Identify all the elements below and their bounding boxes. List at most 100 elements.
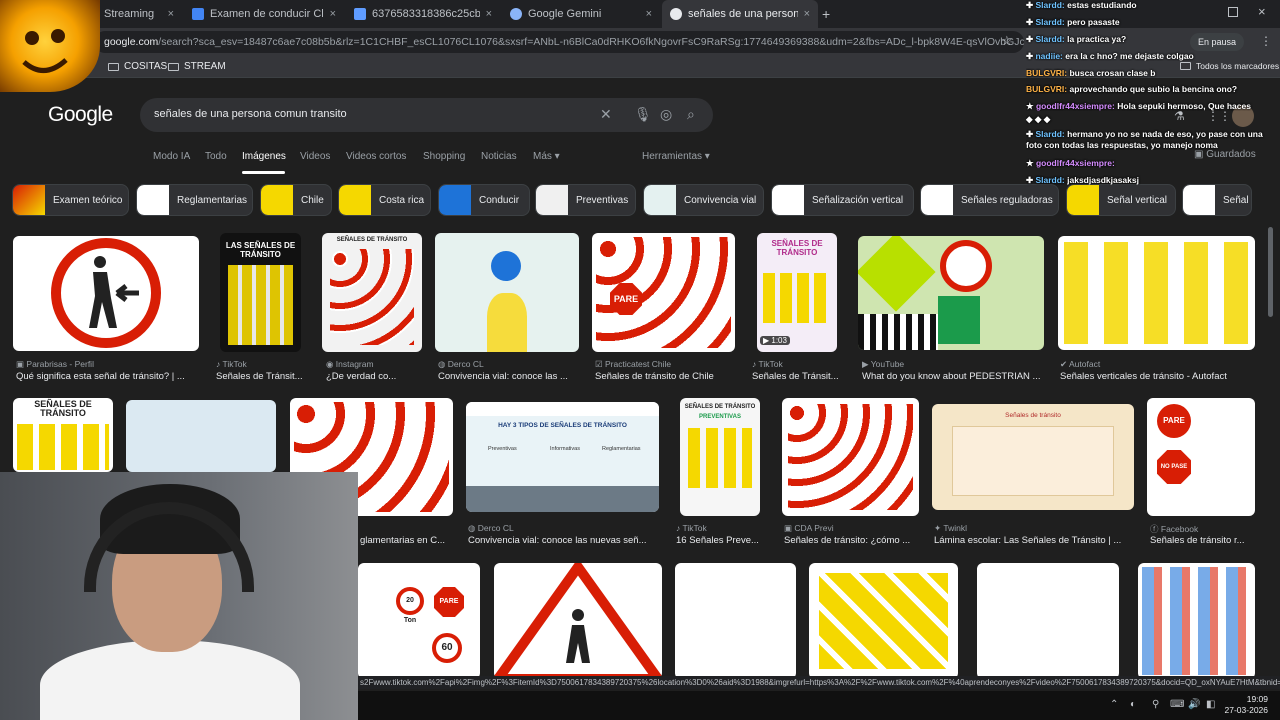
result-caption[interactable]: Señales verticales de tránsito - Autofac… <box>1060 371 1255 382</box>
volume-icon[interactable]: 🔊 <box>1188 699 1200 710</box>
result-image-reglamentarias-chart[interactable] <box>977 563 1119 679</box>
video-duration: ▶ 1:03 <box>760 336 790 345</box>
result-source[interactable]: ✦ Twinkl <box>934 523 1134 534</box>
language-icon[interactable]: ◧ <box>1206 699 1215 710</box>
tools-button[interactable]: Herramientas ▾ <box>642 151 710 162</box>
chip-preventivas[interactable]: Preventivas <box>535 184 636 216</box>
tab-examen[interactable]: Examen de conducir Clase B - C × <box>184 0 344 28</box>
close-icon[interactable]: × <box>646 8 652 20</box>
result-caption[interactable]: 16 Señales Preve... <box>676 535 764 546</box>
result-image-practicatest[interactable]: PARE <box>592 233 735 352</box>
result-image-autofact[interactable] <box>1058 236 1255 350</box>
result-caption[interactable]: glamentarias en C... <box>360 535 455 546</box>
usb-icon[interactable]: ⚲ <box>1152 699 1159 710</box>
chip-reglamentarias[interactable]: Reglamentarias <box>136 184 253 216</box>
microphone-icon[interactable]: 🎙 <box>634 106 652 123</box>
road <box>466 486 659 512</box>
chip-examen-teorico[interactable]: Examen teórico <box>12 184 129 216</box>
result-source[interactable]: ♪ TikTok <box>216 359 306 369</box>
tab-mas[interactable]: Más ▾ <box>533 151 560 162</box>
result-source[interactable]: ▣ CDA Previ <box>784 523 919 534</box>
sign-grid <box>1142 567 1251 675</box>
result-source[interactable]: ✔ Autofact <box>1060 359 1255 370</box>
result-caption[interactable]: Convivencia vial: conoce las ... <box>438 371 578 382</box>
bookmark-stream[interactable]: STREAM <box>168 61 226 72</box>
tab-videos-cortos[interactable]: Videos cortos <box>346 151 406 162</box>
tab-google-search[interactable]: señales de una persona comun × <box>662 0 818 28</box>
result-caption[interactable]: What do you know about PEDESTRIAN ... <box>862 371 1042 382</box>
result-source[interactable]: ♪ TikTok <box>676 523 766 533</box>
tab-imagenes[interactable]: Imágenes <box>242 151 286 162</box>
bookmark-cositas[interactable]: COSITAS <box>108 61 167 72</box>
tab-noticias[interactable]: Noticias <box>481 151 517 162</box>
clear-icon[interactable]: ✕ <box>600 106 612 123</box>
result-source[interactable]: ▣ Parabrisas - Perfil <box>16 359 200 370</box>
result-caption[interactable]: ¿De verdad co... <box>326 371 418 382</box>
result-source[interactable]: ▶ YouTube <box>862 359 1042 370</box>
result-image-pedestrian-prohibited[interactable] <box>13 236 199 351</box>
camera-lens-icon[interactable]: ◎ <box>660 106 672 123</box>
close-icon[interactable]: × <box>168 8 174 20</box>
result-caption[interactable]: Señales de Tránsit... <box>752 371 840 382</box>
chip-senalizacion-vertical[interactable]: Señalización vertical <box>771 184 914 216</box>
result-image-tiktok-senales[interactable]: SEÑALES DE TRÁNSITO ▶ 1:03 <box>757 233 837 352</box>
chip-conducir[interactable]: Conducir <box>438 184 530 216</box>
network-icon[interactable]: ⌨ <box>1170 699 1184 710</box>
url-field[interactable]: google.com/search?sca_esv=18487c6ae7c08b… <box>94 31 1024 53</box>
system-clock[interactable]: 19:09 27-03-2026 <box>1225 694 1268 716</box>
tray-chevron-icon[interactable]: ⌃ <box>1110 699 1118 710</box>
result-image-facebook[interactable]: NO PASE PARE <box>1147 398 1255 516</box>
result-image-cda-previ[interactable] <box>782 398 919 516</box>
chip-costa-rica[interactable]: Costa rica <box>338 184 431 216</box>
result-image-yellow-signs[interactable]: SEÑALES DE TRÁNSITO <box>13 398 113 472</box>
stream-avatar-emote <box>0 0 100 92</box>
result-image-pedestrian-triangle[interactable] <box>494 563 662 679</box>
chip-thumbnail <box>261 185 293 215</box>
search-box[interactable]: señales de una persona comun transito ✕ … <box>140 98 713 132</box>
bookmark-star-icon[interactable]: ☆ <box>1001 33 1013 49</box>
result-source[interactable]: ♪ TikTok <box>752 359 842 369</box>
discord-icon[interactable]: ◐ <box>1130 699 1136 710</box>
result-image-twinkl[interactable]: Señales de tránsito <box>932 404 1134 510</box>
result-image-yellow-diamonds[interactable] <box>809 563 958 679</box>
tab-todo[interactable]: Todo <box>205 151 227 162</box>
close-icon[interactable]: × <box>804 8 810 20</box>
tab-image-file[interactable]: 6376583318386c25cb8a9c8618c × <box>346 0 500 28</box>
result-caption[interactable]: Qué significa esta señal de tránsito? | … <box>16 371 200 382</box>
result-caption[interactable]: Lámina escolar: Las Señales de Tránsito … <box>934 535 1134 546</box>
tab-shopping[interactable]: Shopping <box>423 151 465 162</box>
result-image-preventivas-video[interactable]: SEÑALES DE TRÁNSITO PREVENTIVAS <box>680 398 760 516</box>
result-caption[interactable]: Señales de tránsito: ¿cómo ... <box>784 535 919 546</box>
result-image-derco-convivencia[interactable] <box>435 233 579 352</box>
result-source[interactable]: ◉ Instagram <box>326 359 426 370</box>
google-logo[interactable]: Google <box>48 103 113 127</box>
scrollbar-thumb[interactable] <box>1268 227 1273 317</box>
result-caption[interactable]: Convivencia vial: conoce las nuevas señ.… <box>468 535 658 546</box>
result-caption[interactable]: Señales de Tránsit... <box>216 371 306 382</box>
search-icon[interactable]: ⌕ <box>687 106 695 123</box>
result-image-derco-3-tipos[interactable]: HAY 3 TIPOS DE SEÑALES DE TRÁNSITO Preve… <box>466 402 659 512</box>
tab-streaming[interactable]: Streaming × <box>96 0 182 28</box>
result-image-mixed-signs[interactable] <box>1138 563 1255 679</box>
new-tab-button[interactable]: + <box>822 6 830 22</box>
result-source[interactable]: ◍ Derco CL <box>438 359 578 370</box>
result-image-speed-signs[interactable]: 20 Ton PARE 60 <box>358 563 480 679</box>
result-source[interactable]: ⓕ Facebook <box>1150 523 1258 535</box>
chip-convivencia-vial[interactable]: Convivencia vial <box>643 184 764 216</box>
result-caption[interactable]: Señales de tránsito de Chile <box>595 371 735 382</box>
close-icon[interactable]: × <box>330 8 336 20</box>
tab-modo-ia[interactable]: Modo IA <box>153 151 190 162</box>
result-image-city-illustration[interactable] <box>126 400 276 472</box>
close-icon[interactable]: × <box>486 8 492 20</box>
result-image-text-chart[interactable] <box>675 563 796 679</box>
result-image-youtube-pedestrian[interactable] <box>858 236 1044 350</box>
result-image-instagram-signs[interactable]: SEÑALES DE TRÁNSITO <box>322 233 422 352</box>
tab-videos[interactable]: Videos <box>300 151 330 162</box>
search-input[interactable]: señales de una persona comun transito <box>154 108 347 120</box>
result-source[interactable]: ☑ Practicatest Chile <box>595 359 735 370</box>
result-source[interactable]: ◍ Derco CL <box>468 523 658 534</box>
result-image-tiktok-signs[interactable]: LAS SEÑALES DE TRÁNSITO <box>220 233 301 352</box>
tab-gemini[interactable]: Google Gemini × <box>502 0 660 28</box>
chip-chile[interactable]: Chile <box>260 184 332 216</box>
result-caption[interactable]: Señales de tránsito r... <box>1150 535 1258 546</box>
